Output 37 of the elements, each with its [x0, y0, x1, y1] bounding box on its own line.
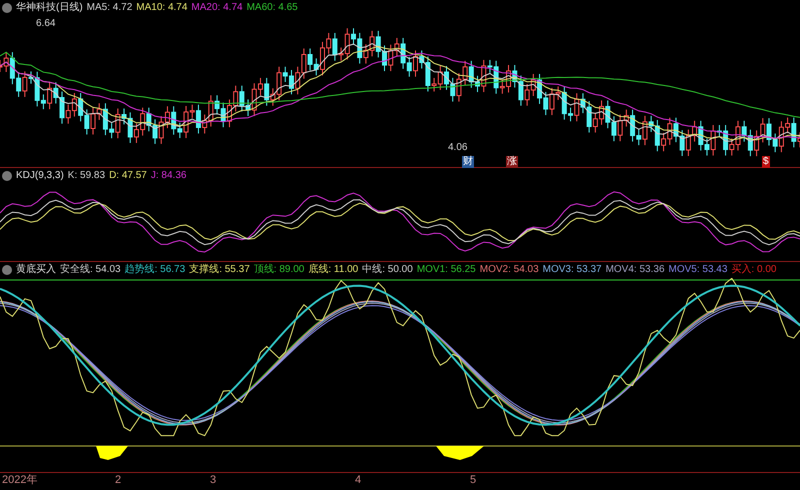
axis-label: 2022年	[2, 475, 38, 486]
indicator-value: MOV2: 54.03	[480, 265, 539, 275]
indicator-value: D: 47.57	[109, 171, 147, 181]
indicator-value: 趋势线: 56.73	[124, 265, 186, 275]
indicator-value: 买入: 0.00	[731, 265, 776, 275]
event-marker[interactable]: 财	[462, 156, 474, 168]
event-marker[interactable]: $	[762, 156, 770, 168]
axis-label: 5	[470, 475, 476, 486]
indicator-value: MA20: 4.74	[191, 3, 243, 13]
collapse-icon[interactable]	[2, 171, 12, 181]
high-price-label: 6.64	[36, 17, 56, 31]
indicator-value: 安全线: 54.03	[60, 265, 121, 275]
buy-signal-area	[436, 446, 484, 460]
axis-label: 4	[355, 475, 362, 486]
indicator-value: MA5: 4.72	[86, 3, 132, 13]
panel-title: 黄底买入	[16, 265, 56, 275]
indicator-value: 顶线: 89.00	[254, 265, 304, 275]
indicator-value: 底线: 11.00	[308, 265, 358, 275]
indicator-value: 支撑线: 55.37	[189, 265, 250, 275]
buy-signal-area	[96, 446, 128, 460]
indicator-value: MA60: 4.65	[246, 3, 298, 13]
collapse-icon[interactable]	[2, 3, 12, 13]
axis-label: 3	[210, 475, 216, 486]
panel-title: KDJ(9,3,3)	[16, 171, 64, 181]
axis-label: 2	[115, 475, 122, 486]
indicator-value: J: 84.36	[150, 171, 186, 181]
indicator-value: 中线: 50.00	[362, 265, 413, 275]
indicator-value: K: 59.83	[68, 171, 106, 181]
indicator-value: MOV4: 53.36	[606, 265, 664, 275]
collapse-icon[interactable]	[2, 265, 12, 275]
event-marker[interactable]: 涨	[506, 156, 518, 168]
panel-title: 华神科技(日线)	[16, 3, 83, 13]
low-price-label: 4.06	[448, 142, 468, 154]
indicator-value: MA10: 4.74	[136, 3, 188, 13]
indicator-value: MOV1: 56.25	[416, 265, 476, 275]
indicator-value: MOV5: 53.43	[668, 265, 728, 275]
indicator-value: MOV3: 53.37	[542, 265, 602, 275]
